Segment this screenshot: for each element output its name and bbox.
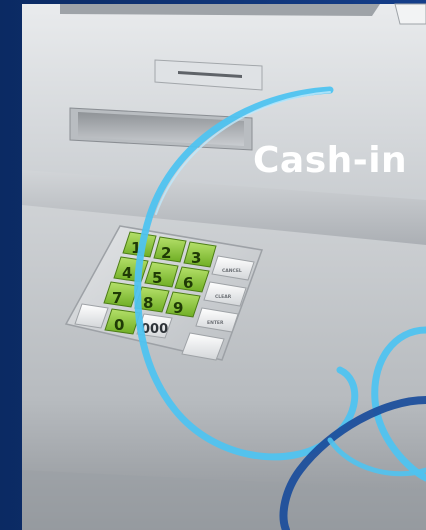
- svg-text:6: 6: [183, 274, 193, 292]
- svg-text:5: 5: [152, 269, 162, 287]
- svg-text:ENTER: ENTER: [207, 320, 224, 326]
- cash-in-title: Cash-in: [253, 140, 407, 181]
- svg-text:000: 000: [141, 322, 168, 337]
- svg-text:3: 3: [191, 249, 201, 267]
- key-2[interactable]: 2: [153, 236, 187, 263]
- svg-text:4: 4: [122, 264, 132, 282]
- svg-text:9: 9: [173, 299, 183, 317]
- key-0[interactable]: 0: [104, 308, 141, 335]
- svg-text:8: 8: [143, 294, 153, 312]
- svg-text:CLEAR: CLEAR: [215, 294, 232, 300]
- key-3[interactable]: 3: [183, 241, 217, 268]
- svg-text:CANCEL: CANCEL: [222, 268, 242, 274]
- svg-text:0: 0: [114, 316, 124, 334]
- atm-cash-in-scene: 1 2 3 4 5 6 7 8 9 0 000 CANCEL CLEAR ENT…: [0, 0, 426, 530]
- svg-text:7: 7: [112, 289, 122, 307]
- svg-text:2: 2: [161, 244, 171, 262]
